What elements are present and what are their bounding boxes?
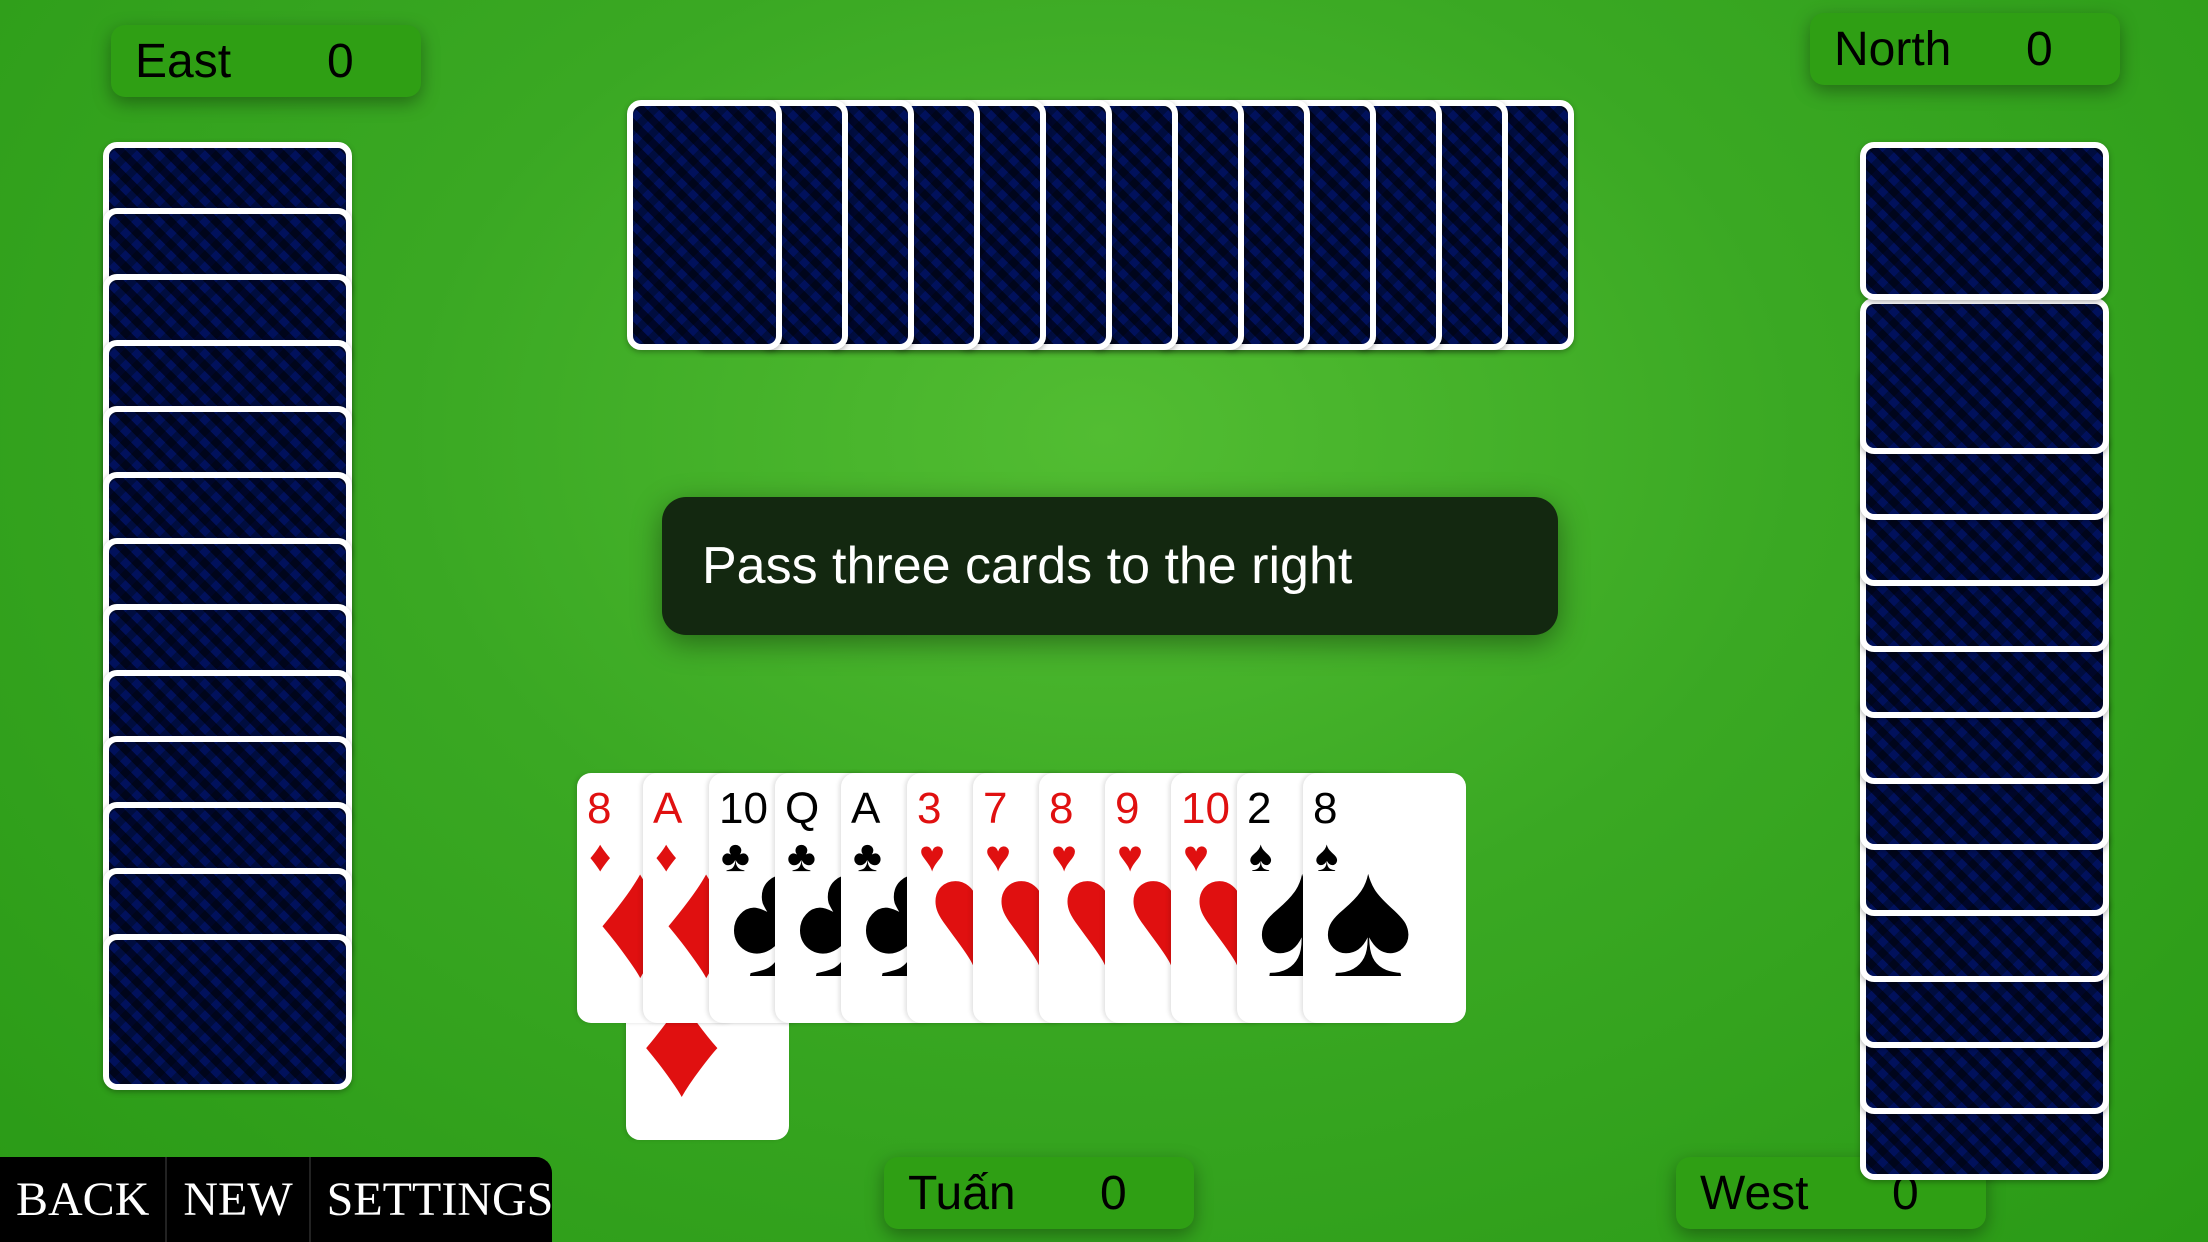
player-name: East: [135, 34, 232, 88]
player-score: 0: [1100, 1166, 1127, 1220]
player-label-self: Tuấn 0: [884, 1157, 1194, 1229]
back-button[interactable]: BACK: [0, 1157, 168, 1242]
player-name: West: [1700, 1166, 1809, 1220]
player-label-east: East 0: [111, 25, 421, 97]
card-back: [103, 934, 352, 1090]
card-back: [1860, 142, 2109, 300]
player-name: North: [1834, 22, 1952, 76]
message-box: Pass three cards to the right: [662, 497, 1558, 635]
card-back: [1860, 298, 2109, 454]
settings-button[interactable]: SETTINGS: [311, 1157, 570, 1242]
player-score: 0: [327, 34, 354, 88]
player-score: 0: [2026, 22, 2053, 76]
player-label-north: North 0: [1810, 13, 2120, 85]
new-button[interactable]: NEW: [167, 1157, 311, 1242]
menu-bar: BACK NEW SETTINGS: [0, 1157, 553, 1242]
card-back: [627, 100, 782, 350]
hand-card[interactable]: 8 ♠ ♠: [1303, 773, 1466, 1023]
spade-icon: ♠: [1323, 823, 1414, 1013]
player-name: Tuấn: [908, 1166, 1016, 1220]
message-text: Pass three cards to the right: [702, 537, 1353, 595]
